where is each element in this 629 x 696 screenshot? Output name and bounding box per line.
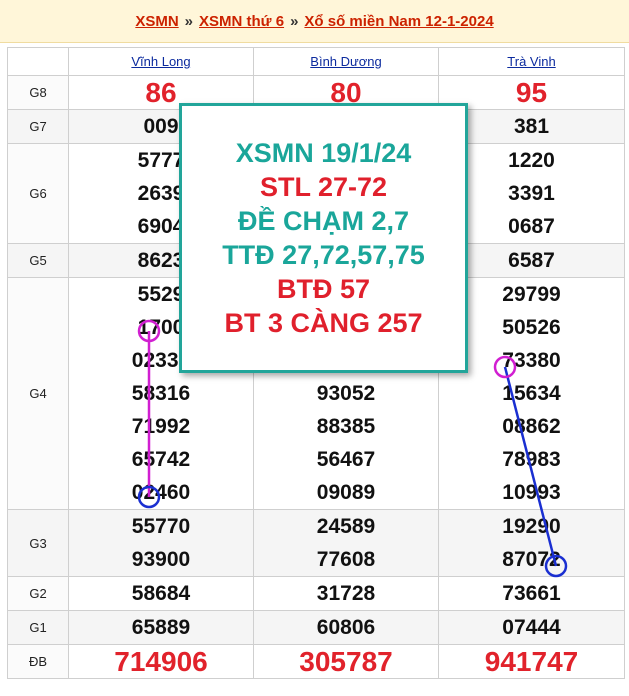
province-link[interactable]: Trà Vinh <box>507 54 555 69</box>
prize-number: 77608 <box>316 548 376 571</box>
prize-number: 58316 <box>131 382 191 405</box>
prize-label: ĐB <box>7 644 69 679</box>
prize-number: 10993 <box>502 481 561 504</box>
prize-number: 88385 <box>316 415 376 438</box>
province-header: Bình Dương <box>253 47 439 76</box>
breadcrumb-separator: » <box>184 12 194 30</box>
prize-label: G5 <box>7 243 69 278</box>
province-header: Vĩnh Long <box>68 47 254 76</box>
overlay-line: ĐỀ CHẠM 2,7 <box>237 206 410 236</box>
prize-row-đb: ĐB 714906 305787 941747 <box>7 644 625 679</box>
prize-number: 08862 <box>502 415 561 438</box>
header-row: Vĩnh Long Bình Dương Trà Vinh <box>7 47 625 76</box>
prize-cell: 24589 77608 <box>253 509 439 577</box>
prize-cell: 55770 93900 <box>68 509 254 577</box>
breadcrumb-current[interactable]: Xổ số miền Nam 12-1-2024 <box>304 13 493 30</box>
prize-label: G3 <box>7 509 69 577</box>
prize-number: 09089 <box>316 481 376 504</box>
prize-number: 60806 <box>316 616 376 639</box>
prize-cell: 714906 <box>68 644 254 679</box>
breadcrumb-xsmn-thu-6[interactable]: XSMN thứ 6 <box>199 13 284 30</box>
prize-number: 31728 <box>316 582 376 605</box>
prize-cell: 60806 <box>253 610 439 645</box>
prize-cell: 07444 <box>438 610 625 645</box>
prize-number: 78983 <box>502 448 561 471</box>
prize-number: 941747 <box>484 646 579 677</box>
prize-number: 24589 <box>316 515 376 538</box>
prize-number: 71992 <box>131 415 191 438</box>
prize-label: G6 <box>7 143 69 244</box>
prize-number: 65742 <box>131 448 191 471</box>
prize-cell: 19290 87072 <box>438 509 625 577</box>
province-link[interactable]: Bình Dương <box>310 54 381 69</box>
overlay-line: BT 3 CÀNG 257 <box>224 308 423 338</box>
prize-cell: 305787 <box>253 644 439 679</box>
prize-number: 73661 <box>502 582 561 605</box>
breadcrumb: XSMN » XSMN thứ 6 » Xổ số miền Nam 12-1-… <box>0 0 629 43</box>
prize-number: 714906 <box>114 646 208 677</box>
prize-number: 15634 <box>502 382 561 405</box>
prize-label: G4 <box>7 277 69 510</box>
overlay-line: STL 27-72 <box>259 172 388 202</box>
prize-cell: 31728 <box>253 576 439 611</box>
prize-number: 65889 <box>131 616 191 639</box>
prize-row-g3: G3 55770 93900 24589 77608 19290 87072 <box>7 509 625 577</box>
prize-number: 93052 <box>316 382 376 405</box>
prize-cell: 73661 <box>438 576 625 611</box>
prize-cell: 58684 <box>68 576 254 611</box>
overlay-line: BTĐ 57 <box>276 274 371 304</box>
prize-number: 19290 <box>502 515 561 538</box>
prize-cell: 941747 <box>438 644 625 679</box>
prize-label: G8 <box>7 75 69 110</box>
prize-label: G1 <box>7 610 69 645</box>
breadcrumb-xsmn[interactable]: XSMN <box>135 13 178 30</box>
prize-number: 02460 <box>131 481 191 504</box>
prize-number: 305787 <box>299 646 393 677</box>
prize-number: 56467 <box>316 448 376 471</box>
prize-cell: 65889 <box>68 610 254 645</box>
prize-label: G2 <box>7 576 69 611</box>
prize-number: 07444 <box>502 616 561 639</box>
overlay-line: XSMN 19/1/24 <box>235 138 412 168</box>
header-corner <box>7 47 69 76</box>
province-link[interactable]: Vĩnh Long <box>131 54 190 69</box>
prediction-overlay: XSMN 19/1/24 STL 27-72 ĐỀ CHẠM 2,7 TTĐ 27,7… <box>179 103 468 373</box>
province-header: Trà Vinh <box>438 47 625 76</box>
prize-row-g1: G1 65889 60806 07444 <box>7 610 625 645</box>
prize-number: 93900 <box>131 548 191 571</box>
prize-row-g2: G2 58684 31728 73661 <box>7 576 625 611</box>
prize-number: 55770 <box>131 515 191 538</box>
prize-number: 87072 <box>502 548 561 571</box>
breadcrumb-separator: » <box>290 12 299 30</box>
prize-label: G7 <box>7 109 69 144</box>
prize-number: 58684 <box>131 582 191 605</box>
overlay-line: TTĐ 27,72,57,75 <box>222 240 425 270</box>
